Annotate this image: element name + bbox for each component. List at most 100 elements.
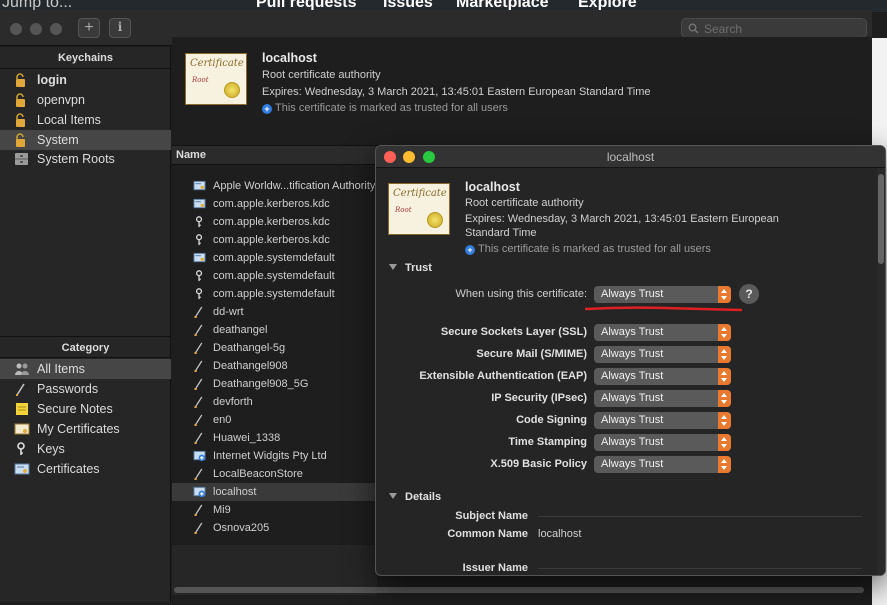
list-item[interactable]: LocalBeaconStore (172, 465, 377, 483)
sidebar-item-label: login (37, 73, 67, 87)
select-value: Always Trust (601, 458, 664, 470)
pencil-icon (194, 306, 203, 318)
search-icon (688, 23, 699, 34)
policy-select[interactable]: Always Trust (594, 434, 731, 451)
list-item[interactable]: dd-wrt (172, 303, 377, 321)
list-item[interactable]: localhost (172, 483, 377, 501)
policy-select[interactable]: Always Trust (594, 346, 731, 363)
certificate-detail-window: localhost Certificate Root localhost Roo… (375, 145, 886, 576)
trust-section-toggle[interactable]: Trust (389, 262, 432, 274)
sidebar-item-certificates[interactable]: Certificates (0, 459, 171, 479)
list-item-name: dd-wrt (213, 306, 244, 318)
details-section-toggle[interactable]: Details (389, 491, 441, 503)
list-item[interactable]: devforth (172, 393, 377, 411)
list-item[interactable]: en0 (172, 411, 377, 429)
people-icon (15, 363, 29, 375)
pencil-icon (194, 378, 203, 390)
chevron-updown-icon (718, 346, 731, 363)
sidebar-item-secure-notes[interactable]: Secure Notes (0, 399, 171, 419)
list-item-name: com.apple.systemdefault (213, 270, 335, 282)
sidebar-item-openvpn[interactable]: openvpn (0, 90, 171, 110)
lock-open-icon (16, 113, 25, 127)
policy-label: X.509 Basic Policy (490, 458, 587, 470)
sidebar-item-login[interactable]: login (0, 70, 171, 90)
help-button[interactable]: ? (739, 284, 759, 304)
policy-select[interactable]: Always Trust (594, 324, 731, 341)
add-item-button[interactable]: + (78, 18, 100, 38)
sidebar-item-local-items[interactable]: Local Items (0, 110, 171, 130)
pencil-icon (194, 414, 203, 426)
popup-expiry-line2: Standard Time (465, 227, 537, 239)
scroll-thumb[interactable] (174, 587, 864, 593)
pencil-icon (194, 522, 203, 534)
list-item[interactable]: Deathangel908_5G (172, 375, 377, 393)
info-button[interactable]: i (109, 18, 131, 38)
list-item-name: localhost (213, 486, 257, 498)
policy-select[interactable]: Always Trust (594, 368, 731, 385)
chevron-updown-icon (718, 456, 731, 473)
select-value: Always Trust (601, 326, 664, 338)
list-item[interactable]: com.apple.kerberos.kdc (172, 195, 377, 213)
column-header-name[interactable]: Name (176, 149, 206, 161)
scroll-thumb[interactable] (878, 174, 884, 264)
chevron-updown-icon (718, 324, 731, 341)
certificate-icon (14, 463, 30, 475)
list-item[interactable]: Deathangel908 (172, 357, 377, 375)
list-item[interactable]: com.apple.kerberos.kdc (172, 213, 377, 231)
list-item[interactable]: Huawei_1338 (172, 429, 377, 447)
search-input[interactable]: Search (681, 18, 867, 38)
note-icon (16, 403, 28, 415)
disclosure-triangle-icon[interactable] (389, 493, 397, 499)
trusted-note: + This certificate is marked as trusted f… (262, 102, 508, 114)
divider (538, 516, 862, 517)
popup-trusted-note: + This certificate is marked as trusted f… (465, 243, 711, 255)
chevron-updown-icon (718, 390, 731, 407)
minimize-window-button[interactable] (30, 23, 42, 35)
sidebar-item-system[interactable]: System (0, 130, 171, 150)
policy-select[interactable]: Always Trust (594, 390, 731, 407)
subject-name-label: Subject Name (455, 510, 528, 522)
horizontal-scrollbar[interactable] (172, 586, 872, 594)
zoom-window-button[interactable] (50, 23, 62, 35)
sidebar-item-keys[interactable]: Keys (0, 439, 171, 459)
sidebar-item-my-certificates[interactable]: My Certificates (0, 419, 171, 439)
chevron-updown-icon (718, 286, 731, 303)
list-item-name: Osnova205 (213, 522, 270, 534)
list-item-name: com.apple.kerberos.kdc (213, 216, 330, 228)
list-item[interactable]: com.apple.systemdefault (172, 285, 377, 303)
pencil-icon (194, 324, 203, 336)
list-item[interactable]: Osnova205 (172, 519, 377, 537)
list-item[interactable]: Deathangel-5g (172, 339, 377, 357)
certificate-icon (14, 423, 30, 435)
disclosure-triangle-icon[interactable] (389, 264, 397, 270)
chevron-updown-icon (718, 412, 731, 429)
sidebar-item-passwords[interactable]: Passwords (0, 379, 171, 399)
policy-select[interactable]: Always Trust (594, 456, 731, 473)
certificate-summary: Certificate Root localhost Root certific… (172, 37, 872, 145)
list-item[interactable]: com.apple.kerberos.kdc (172, 231, 377, 249)
list-item[interactable]: com.apple.systemdefault (172, 267, 377, 285)
list-item[interactable]: deathangel (172, 321, 377, 339)
list-item[interactable]: Mi9 (172, 501, 377, 519)
pencil-icon (194, 360, 203, 372)
list-item-name: en0 (213, 414, 232, 426)
list-item[interactable]: Internet Widgits Pty Ltd (172, 447, 377, 465)
certificate-icon: Certificate Root (185, 53, 247, 105)
certificate-caption: Certificate (190, 58, 244, 69)
policy-select[interactable]: Always Trust (594, 412, 731, 429)
list-item-name: Huawei_1338 (213, 432, 281, 444)
sidebar-item-all-items[interactable]: All Items (0, 359, 171, 379)
list-item[interactable]: Apple Worldw...tification Authority (172, 177, 377, 195)
vertical-scrollbar[interactable] (877, 168, 885, 575)
certificate-caption: Certificate (393, 188, 447, 199)
list-item[interactable]: com.apple.systemdefault (172, 249, 377, 267)
popup-titlebar: localhost (376, 146, 885, 168)
cabinet-icon (15, 153, 28, 165)
policy-label: Secure Sockets Layer (SSL) (440, 326, 587, 338)
plus-icon: + (262, 104, 272, 114)
when-using-select[interactable]: Always Trust (594, 286, 731, 303)
pencil-icon (194, 342, 203, 354)
close-window-button[interactable] (10, 23, 22, 35)
list-item-name: com.apple.kerberos.kdc (213, 198, 330, 210)
sidebar-item-system-roots[interactable]: System Roots (0, 149, 171, 169)
